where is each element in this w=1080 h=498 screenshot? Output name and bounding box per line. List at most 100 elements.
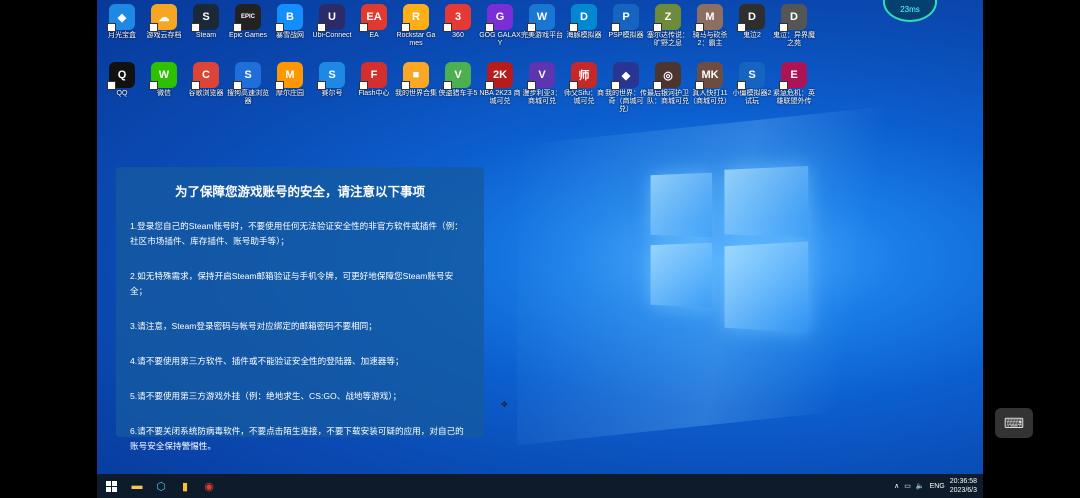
app-icon: ◎: [653, 62, 681, 90]
desktop-icon-label: 塞尔达传说：旷野之息: [647, 32, 689, 47]
taskbar: ▬ ⬡ ▮ ◉ ∧ ▭ 🔈 ENG 20:36:58 2023/6/3: [97, 474, 983, 498]
desktop-icon-label: Flash中心: [358, 90, 390, 97]
desktop-icon-label: 漫步利亚3：商城可兑: [522, 90, 562, 105]
desktop-icon[interactable]: B 暴雪战网: [269, 4, 311, 40]
app-icon: ■: [401, 62, 429, 90]
desktop-icon[interactable]: F Flash中心: [353, 62, 395, 98]
desktop-icon[interactable]: R Rockstar Games: [395, 4, 437, 48]
desktop-icon-label: 完美游戏平台: [521, 32, 563, 39]
desktop-icon[interactable]: V 侠盗猎车手5: [437, 62, 479, 98]
notice-item-4: 4.请不要使用第三方软件、插件或不能验证安全性的登陆器、加速器等；: [130, 356, 404, 366]
desktop-icon-label: 海豚模拟器: [566, 32, 602, 39]
app-icon: 2K: [485, 62, 513, 90]
notice-title: 为了保障您游戏账号的安全，请注意以下事项: [174, 185, 425, 199]
app-icon: W: [149, 62, 177, 90]
desktop-icon[interactable]: M 骑马与砍杀2：霸主: [689, 4, 731, 48]
volume-icon[interactable]: 🔈: [916, 482, 925, 490]
desktop-icon-label: NBA 2K23 商城可兑: [479, 90, 521, 105]
desktop-icon-label: Rockstar Games: [396, 32, 436, 47]
app-icon: ◆: [107, 4, 135, 32]
app-icon: W: [527, 4, 555, 32]
desktop-icon[interactable]: Q QQ: [101, 62, 143, 98]
chevron-up-icon[interactable]: ∧: [894, 482, 899, 490]
desktop-icon[interactable]: C 谷歌浏览器: [185, 62, 227, 98]
desktop-icon[interactable]: D 海豚模拟器: [563, 4, 605, 40]
desktop-icon-label: 我的世界合集: [395, 90, 437, 97]
desktop-icon[interactable]: ◆ 月光宝盒: [101, 4, 143, 40]
desktop-icon-label: 微信: [157, 90, 171, 97]
desktop-icon[interactable]: M 摩尔庄园: [269, 62, 311, 98]
app-icon: E: [779, 62, 807, 90]
app-icon: S: [191, 4, 219, 32]
keyboard-icon[interactable]: ⌨: [995, 408, 1033, 438]
app-icon: M: [275, 62, 303, 90]
app-icon: ◆: [611, 62, 639, 90]
windows-logo-wallpaper: [647, 165, 809, 333]
desktop-icon-label: QQ: [116, 90, 128, 97]
app-icon: C: [191, 62, 219, 90]
app-cube-icon[interactable]: ⬡: [149, 474, 173, 498]
app-icon: S: [233, 62, 261, 90]
desktop-icon[interactable]: 3 360: [437, 4, 479, 40]
desktop-icon[interactable]: D 鬼泣2: [731, 4, 773, 40]
app-icon: S: [317, 62, 345, 90]
desktop-icon[interactable]: EPIC Epic Games: [227, 4, 269, 40]
app-icon: D: [779, 4, 807, 32]
app-icon: D: [569, 4, 597, 32]
mouse-cursor-icon: ✥: [501, 400, 508, 409]
desktop-icon[interactable]: E 紧急危机：英雄联盟外传: [773, 62, 815, 106]
desktop-icon[interactable]: W 完美游戏平台: [521, 4, 563, 40]
desktop-icon-label: 鬼泣2: [743, 32, 761, 39]
app-icon: V: [443, 62, 471, 90]
desktop-icon-label: 月光宝盒: [108, 32, 136, 39]
desktop-icon-label: 骑马与砍杀2：霸主: [692, 32, 728, 47]
notice-item-5: 5.请不要使用第三方游戏外挂（例：绝地求生、CS:GO、战地等游戏）；: [130, 391, 402, 401]
desktop-icon[interactable]: MK 真人快打11（商城可兑）: [689, 62, 731, 106]
desktop-icon-label: 小僵模拟器2试玩: [732, 90, 772, 105]
desktop-icon[interactable]: W 微信: [143, 62, 185, 98]
network-icon[interactable]: ▭: [904, 482, 911, 490]
desktop-icon[interactable]: G GOG GALAXY: [479, 4, 521, 48]
desktop-icon[interactable]: 师师父Sifu：商城可兑: [563, 62, 605, 106]
desktop-icon-label: 赛尔号: [321, 90, 343, 97]
desktop-icon[interactable]: Z 塞尔达传说：旷野之息: [647, 4, 689, 48]
desktop-icon[interactable]: S 小僵模拟器2试玩: [731, 62, 773, 106]
clock-date: 2023/6/3: [949, 487, 977, 494]
desktop-icon[interactable]: U Ubi-Connect: [311, 4, 353, 40]
desktop-icon-label: Ubi-Connect: [312, 32, 352, 39]
desktop-icon[interactable]: 2K NBA 2K23 商城可兑: [479, 62, 521, 106]
desktop-icon-label: Steam: [195, 32, 217, 39]
desktop-icon[interactable]: ■ 我的世界合集: [395, 62, 437, 98]
desktop-icon-label: 游戏云存档: [146, 32, 182, 39]
app-360-icon[interactable]: ◉: [197, 474, 221, 498]
file-explorer-icon[interactable]: ▬: [125, 474, 149, 498]
desktop-icon[interactable]: ◎ 最后银河护卫队：商城可兑: [647, 62, 689, 106]
desktop-icon[interactable]: S Steam: [185, 4, 227, 40]
desktop-icon-label: 搜狗高速浏览器: [227, 90, 269, 105]
desktop-icon-label: 我的世界：传奇（商城可兑）: [605, 90, 647, 113]
app-icon: S: [737, 62, 765, 90]
clock[interactable]: 20:36:58 2023/6/3: [950, 477, 977, 495]
desktop-icon-label: 暴雪战网: [276, 32, 304, 39]
desktop-icon-label: 紧急危机：英雄联盟外传: [773, 90, 815, 105]
desktop-icon[interactable]: S 赛尔号: [311, 62, 353, 98]
app-icon: MK: [695, 62, 723, 90]
desktop-icon[interactable]: ◆ 我的世界：传奇（商城可兑）: [605, 62, 647, 114]
desktop-icon[interactable]: ☁ 游戏云存档: [143, 4, 185, 40]
start-button[interactable]: [97, 474, 125, 498]
app-icon: G: [485, 4, 513, 32]
desktop-icon[interactable]: P PSP模拟器: [605, 4, 647, 40]
app-icon: V: [527, 62, 555, 90]
language-indicator[interactable]: ENG: [930, 483, 945, 490]
desktop-icon[interactable]: D 鬼泣：异界魔之苑: [773, 4, 815, 48]
desktop-icon[interactable]: EA EA: [353, 4, 395, 40]
app-yellow-icon[interactable]: ▮: [173, 474, 197, 498]
desktop-icon[interactable]: S 搜狗高速浏览器: [227, 62, 269, 106]
desktop-icon[interactable]: V 漫步利亚3：商城可兑: [521, 62, 563, 106]
desktop-icon-label: 摩尔庄园: [276, 90, 304, 97]
app-icon: R: [401, 4, 429, 32]
app-icon: Q: [107, 62, 135, 90]
desktop-icon-label: 谷歌浏览器: [188, 90, 224, 97]
security-notice-panel: 为了保障您游戏账号的安全，请注意以下事项 1.登录您自己的Steam账号时，不要…: [116, 167, 484, 451]
notice-item-1: 1.登录您自己的Steam账号时，不要使用任何无法验证安全性的非官方软件或插件（…: [130, 221, 463, 246]
